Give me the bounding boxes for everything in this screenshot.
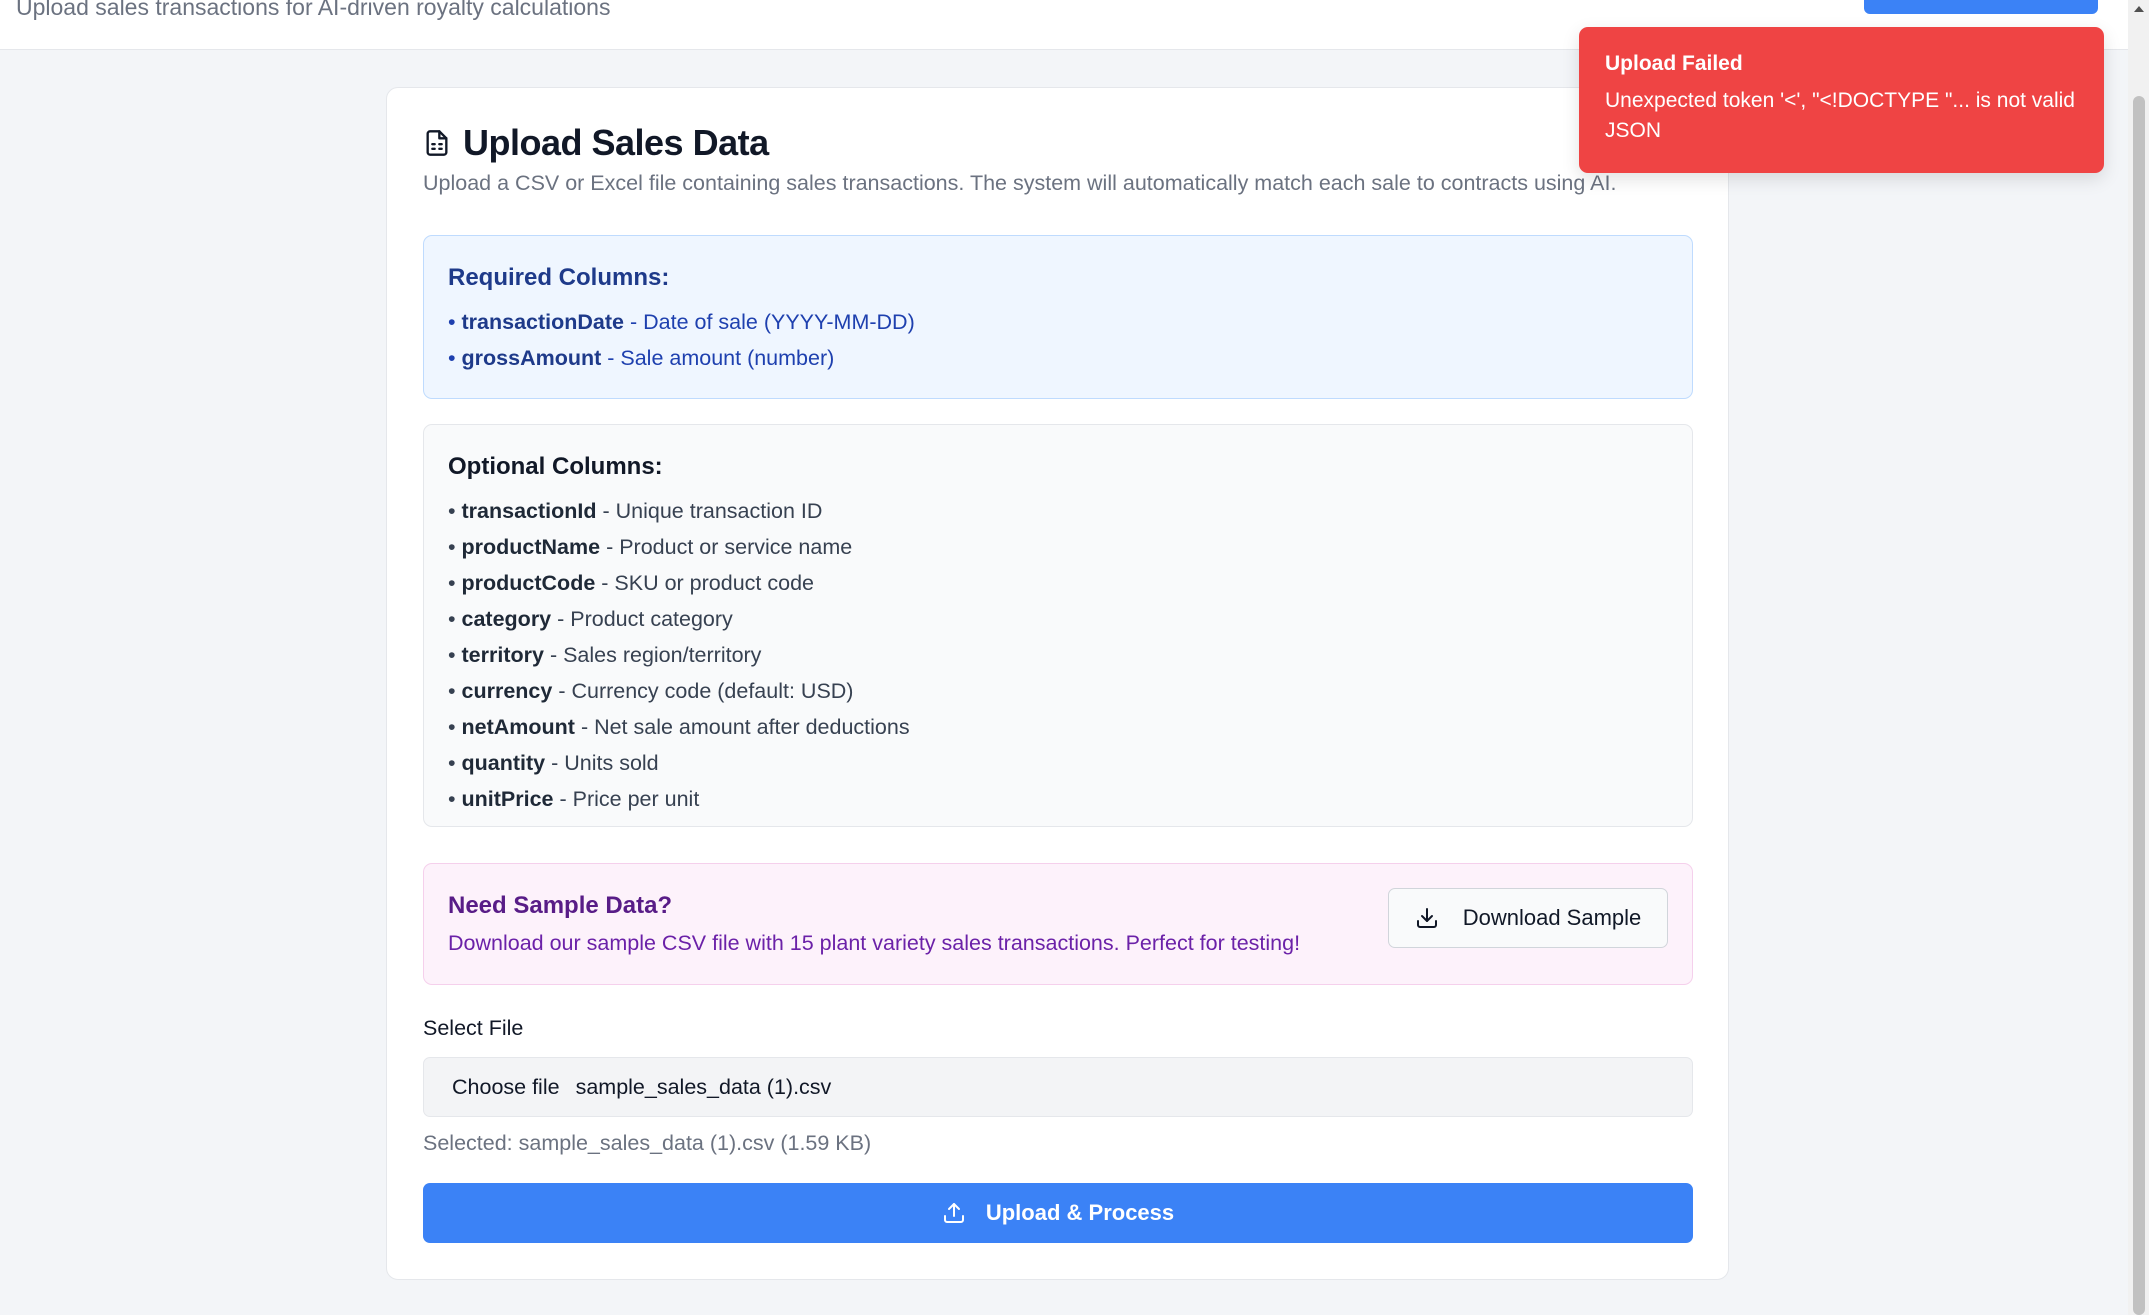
toast-message: Unexpected token '<', "<!DOCTYPE "... is… bbox=[1605, 89, 2075, 142]
file-name: sample_sales_data (1).csv bbox=[575, 1074, 832, 1099]
header-action-button[interactable] bbox=[1864, 0, 2098, 14]
sample-data-panel: Need Sample Data? Download our sample CS… bbox=[423, 863, 1693, 985]
sample-data-heading: Need Sample Data? bbox=[448, 892, 673, 919]
scrollbar-thumb[interactable] bbox=[2133, 96, 2145, 1315]
file-input[interactable]: Choose file sample_sales_data (1).csv bbox=[423, 1057, 1693, 1117]
list-item: • transactionDate - Date of sale (YYYY-M… bbox=[448, 310, 915, 334]
page-subtitle: Upload sales transactions for AI-driven … bbox=[16, 0, 611, 20]
list-item: • territory - Sales region/territory bbox=[448, 643, 762, 667]
list-item: • category - Product category bbox=[448, 607, 733, 631]
select-file-label: Select File bbox=[423, 1016, 524, 1040]
optional-columns-heading: Optional Columns: bbox=[448, 453, 663, 480]
optional-columns-list: • transactionId - Unique transaction ID … bbox=[448, 493, 910, 817]
list-item: • currency - Currency code (default: USD… bbox=[448, 679, 854, 703]
list-item: • transactionId - Unique transaction ID bbox=[448, 499, 823, 523]
required-columns-panel: Required Columns: • transactionDate - Da… bbox=[423, 235, 1693, 399]
list-item: • netAmount - Net sale amount after dedu… bbox=[448, 715, 910, 739]
list-item: • quantity - Units sold bbox=[448, 751, 659, 775]
page-title: Upload Sales Data bbox=[463, 122, 769, 163]
selected-file-info: Selected: sample_sales_data (1).csv (1.5… bbox=[423, 1131, 872, 1155]
required-columns-heading: Required Columns: bbox=[448, 264, 670, 291]
list-item: • grossAmount - Sale amount (number) bbox=[448, 346, 835, 370]
list-item: • productCode - SKU or product code bbox=[448, 571, 814, 595]
required-columns-list: • transactionDate - Date of sale (YYYY-M… bbox=[448, 304, 915, 376]
upload-icon bbox=[943, 1203, 964, 1223]
download-icon bbox=[1416, 908, 1437, 928]
download-sample-label: Download Sample bbox=[1462, 905, 1642, 930]
toast-title: Upload Failed bbox=[1605, 52, 1743, 75]
optional-columns-panel: Optional Columns: • transactionId - Uniq… bbox=[423, 424, 1693, 827]
download-sample-button[interactable]: Download Sample bbox=[1388, 888, 1668, 948]
scroll-up-arrow-icon[interactable] bbox=[2134, 6, 2144, 12]
error-toast[interactable]: Upload Failed Unexpected token '<', "<!D… bbox=[1579, 27, 2104, 173]
upload-card: Upload Sales Data Upload a CSV or Excel … bbox=[386, 87, 1729, 1280]
document-icon bbox=[426, 130, 448, 156]
upload-process-button[interactable]: Upload & Process bbox=[423, 1183, 1693, 1243]
list-item: • unitPrice - Price per unit bbox=[448, 787, 700, 811]
choose-file-button[interactable]: Choose file bbox=[452, 1075, 560, 1100]
card-description: Upload a CSV or Excel file containing sa… bbox=[423, 171, 1617, 195]
sample-data-description: Download our sample CSV file with 15 pla… bbox=[448, 931, 1301, 955]
card-header: Upload Sales Data bbox=[423, 122, 769, 164]
list-item: • productName - Product or service name bbox=[448, 535, 853, 559]
upload-process-label: Upload & Process bbox=[985, 1200, 1175, 1225]
